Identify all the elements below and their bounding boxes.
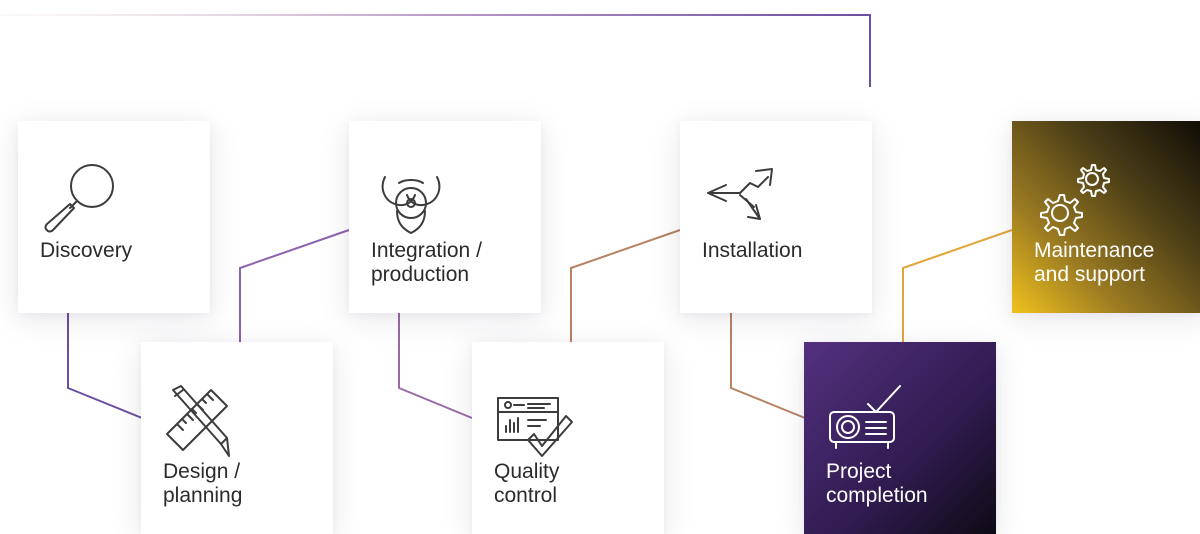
- step-card-quality-control: Quality control: [472, 342, 664, 534]
- connector-design-integration: [239, 229, 350, 342]
- magnifier-icon: [40, 161, 122, 239]
- connector-top: [0, 14, 871, 87]
- step-card-installation: Installation: [680, 121, 872, 313]
- connector-completion-maintenance: [902, 229, 1013, 342]
- step-label: Design / planning: [163, 460, 243, 507]
- step-label: Discovery: [40, 239, 133, 262]
- connector-quality-installation: [570, 229, 681, 342]
- step-label: Integration / production: [371, 239, 482, 286]
- step-label: Maintenance and support: [1034, 239, 1155, 286]
- gears-icon: [1034, 161, 1116, 239]
- connector-discovery-design: [67, 313, 143, 419]
- step-card-project-completion: Project completion: [804, 342, 996, 534]
- ruler-pencil-icon: [163, 382, 245, 460]
- step-card-discovery: Discovery: [18, 121, 210, 313]
- interlocking-circles-icon: [371, 161, 453, 239]
- process-diagram: Discovery Design / planning Integration …: [0, 0, 1200, 534]
- connector-installation-completion: [730, 313, 806, 419]
- connector-integration-quality: [398, 313, 473, 419]
- projector-check-icon: [826, 382, 908, 460]
- step-label: Installation: [702, 239, 803, 262]
- step-label: Quality control: [494, 460, 560, 507]
- step-label: Project completion: [826, 460, 928, 507]
- checklist-check-icon: [494, 382, 576, 460]
- step-card-design-planning: Design / planning: [141, 342, 333, 534]
- arrows-icon: [702, 161, 784, 239]
- step-card-integration-production: Integration / production: [349, 121, 541, 313]
- step-card-maintenance-support: Maintenance and support: [1012, 121, 1200, 313]
